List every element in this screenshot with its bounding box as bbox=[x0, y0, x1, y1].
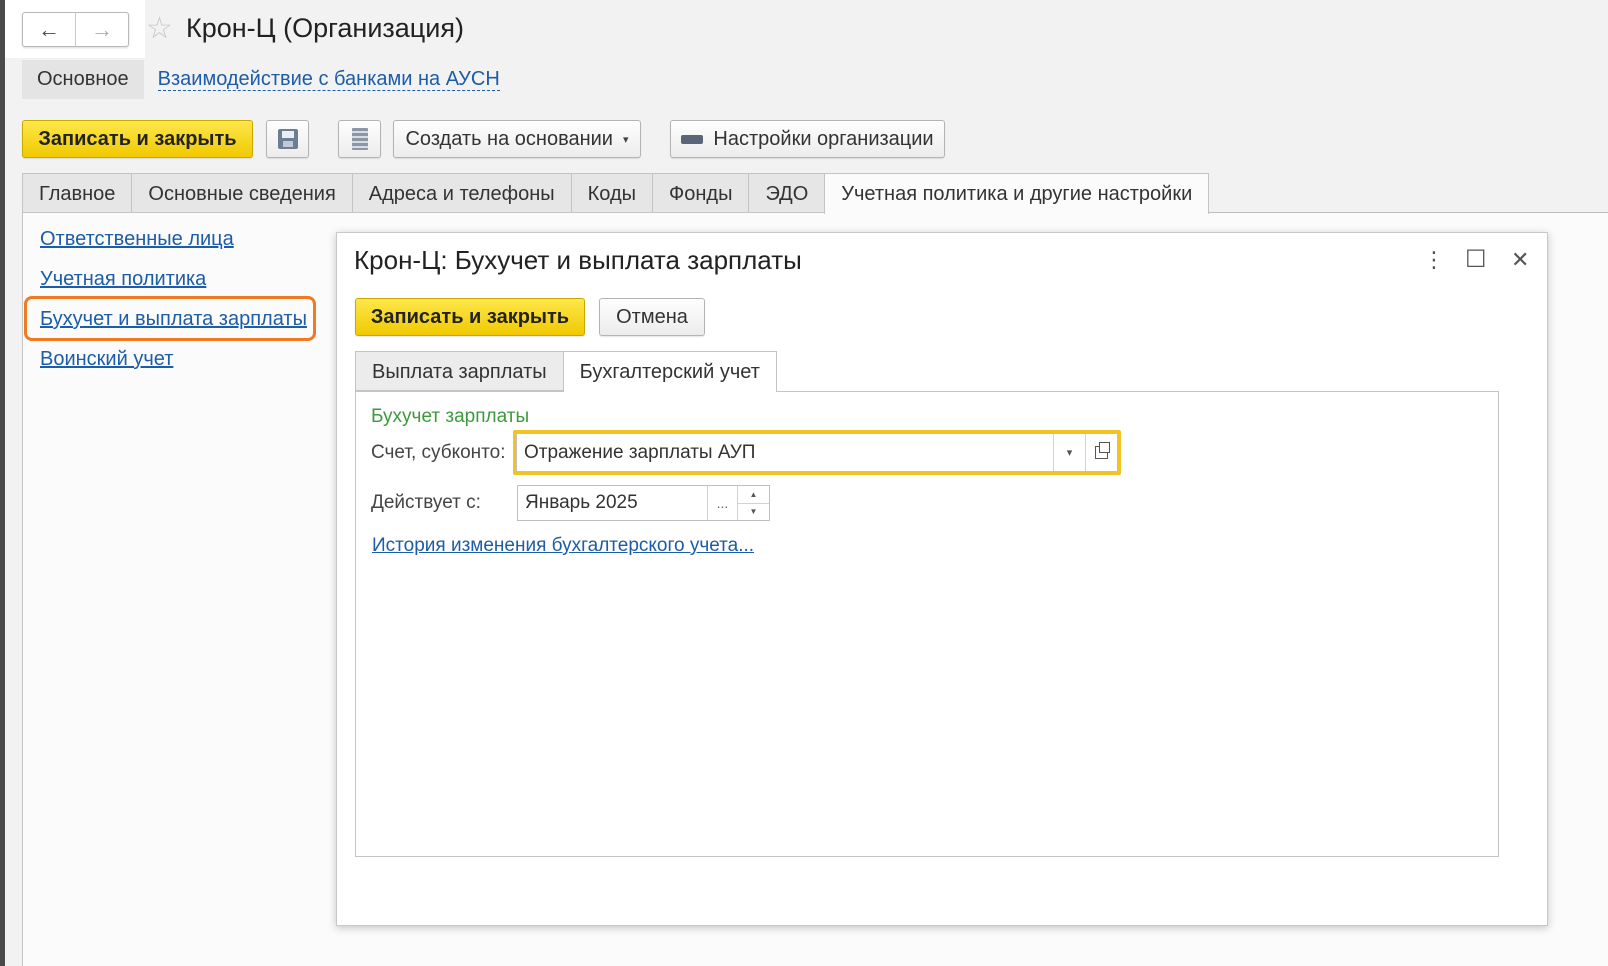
back-arrow-icon[interactable]: ← bbox=[23, 13, 75, 46]
org-settings-button[interactable]: Настройки организации bbox=[670, 120, 945, 158]
side-link-responsible[interactable]: Ответственные лица bbox=[40, 228, 307, 250]
highlight-frame bbox=[24, 296, 316, 341]
more-icon[interactable]: ⋮ bbox=[1423, 247, 1445, 273]
org-settings-label: Настройки организации bbox=[713, 127, 934, 150]
tab-salary-payment[interactable]: Выплата зарплаты bbox=[355, 351, 563, 391]
side-link-military[interactable]: Воинский учет bbox=[40, 348, 307, 370]
payroll-accounting-dialog: Крон-Ц: Бухучет и выплата зарплаты ⋮ ☐ ✕… bbox=[336, 232, 1548, 926]
side-link-accounting-policy[interactable]: Учетная политика bbox=[40, 268, 307, 290]
account-subconto-field[interactable]: Отражение зарплаты АУП ▾ bbox=[516, 433, 1118, 472]
open-icon[interactable] bbox=[1085, 434, 1117, 471]
accounting-tab-panel: Бухучет зарплаты Счет, субконто: Отражен… bbox=[355, 391, 1499, 857]
tab-accounting-policy[interactable]: Учетная политика и другие настройки bbox=[824, 173, 1210, 214]
tab-edo[interactable]: ЭДО bbox=[748, 173, 825, 213]
tab-addresses[interactable]: Адреса и телефоны bbox=[351, 173, 571, 213]
tab-accounting[interactable]: Бухгалтерский учет bbox=[562, 351, 777, 392]
floppy-disk-icon bbox=[277, 129, 298, 149]
effective-label: Действует с: bbox=[371, 492, 481, 513]
section-switcher: Основное Взаимодействие с банками на АУС… bbox=[22, 60, 500, 99]
effective-date-field[interactable]: Январь 2025 ... ▲ ▼ bbox=[517, 485, 770, 521]
forward-arrow-icon[interactable]: → bbox=[75, 13, 128, 46]
account-value: Отражение зарплаты АУП bbox=[524, 441, 756, 463]
maximize-icon[interactable]: ☐ bbox=[1465, 247, 1487, 273]
window-left-edge bbox=[0, 0, 5, 966]
dialog-title: Крон-Ц: Бухучет и выплата зарплаты bbox=[354, 245, 802, 275]
printer-icon bbox=[681, 130, 704, 152]
section-banks-link[interactable]: Взаимодействие с банками на АУСН bbox=[157, 68, 500, 91]
dialog-cancel-button[interactable]: Отмена bbox=[599, 298, 705, 336]
save-button[interactable] bbox=[266, 120, 309, 158]
close-icon[interactable]: ✕ bbox=[1511, 247, 1529, 273]
tab-basic-info[interactable]: Основные сведения bbox=[131, 173, 352, 213]
create-based-on-label: Создать на основании bbox=[405, 127, 613, 150]
page-title: Крон-Ц (Организация) bbox=[186, 13, 464, 43]
chevron-down-icon: ▾ bbox=[622, 133, 629, 146]
create-based-on-button[interactable]: Создать на основании ▾ bbox=[393, 120, 641, 158]
effective-date-value[interactable]: Январь 2025 bbox=[518, 486, 708, 520]
tab-codes[interactable]: Коды bbox=[570, 173, 653, 213]
dialog-tabs: Выплата зарплаты Бухгалтерский учет bbox=[355, 351, 777, 392]
account-label: Счет, субконто: bbox=[371, 442, 506, 463]
date-spinner: ▲ ▼ bbox=[738, 486, 769, 520]
navigation-buttons: ← → bbox=[22, 12, 129, 47]
document-button[interactable] bbox=[338, 120, 381, 158]
tab-funds[interactable]: Фонды bbox=[652, 173, 749, 213]
tab-main[interactable]: Главное bbox=[22, 173, 132, 213]
save-close-button[interactable]: Записать и закрыть bbox=[22, 120, 253, 158]
star-icon[interactable]: ☆ bbox=[146, 12, 173, 46]
document-list-icon bbox=[351, 128, 368, 150]
section-main[interactable]: Основное bbox=[22, 60, 144, 99]
spin-up-icon[interactable]: ▲ bbox=[738, 486, 769, 503]
spin-down-icon[interactable]: ▼ bbox=[738, 502, 769, 521]
select-button[interactable]: ... bbox=[708, 486, 738, 520]
account-field-highlight: Отражение зарплаты АУП ▾ bbox=[513, 430, 1121, 475]
main-tabs: Главное Основные сведения Адреса и телеф… bbox=[22, 173, 1210, 214]
dialog-save-close-button[interactable]: Записать и закрыть bbox=[355, 298, 585, 336]
history-link[interactable]: История изменения бухгалтерского учета..… bbox=[372, 535, 754, 557]
dropdown-arrow-icon[interactable]: ▾ bbox=[1053, 434, 1085, 471]
group-title: Бухучет зарплаты bbox=[371, 406, 530, 427]
